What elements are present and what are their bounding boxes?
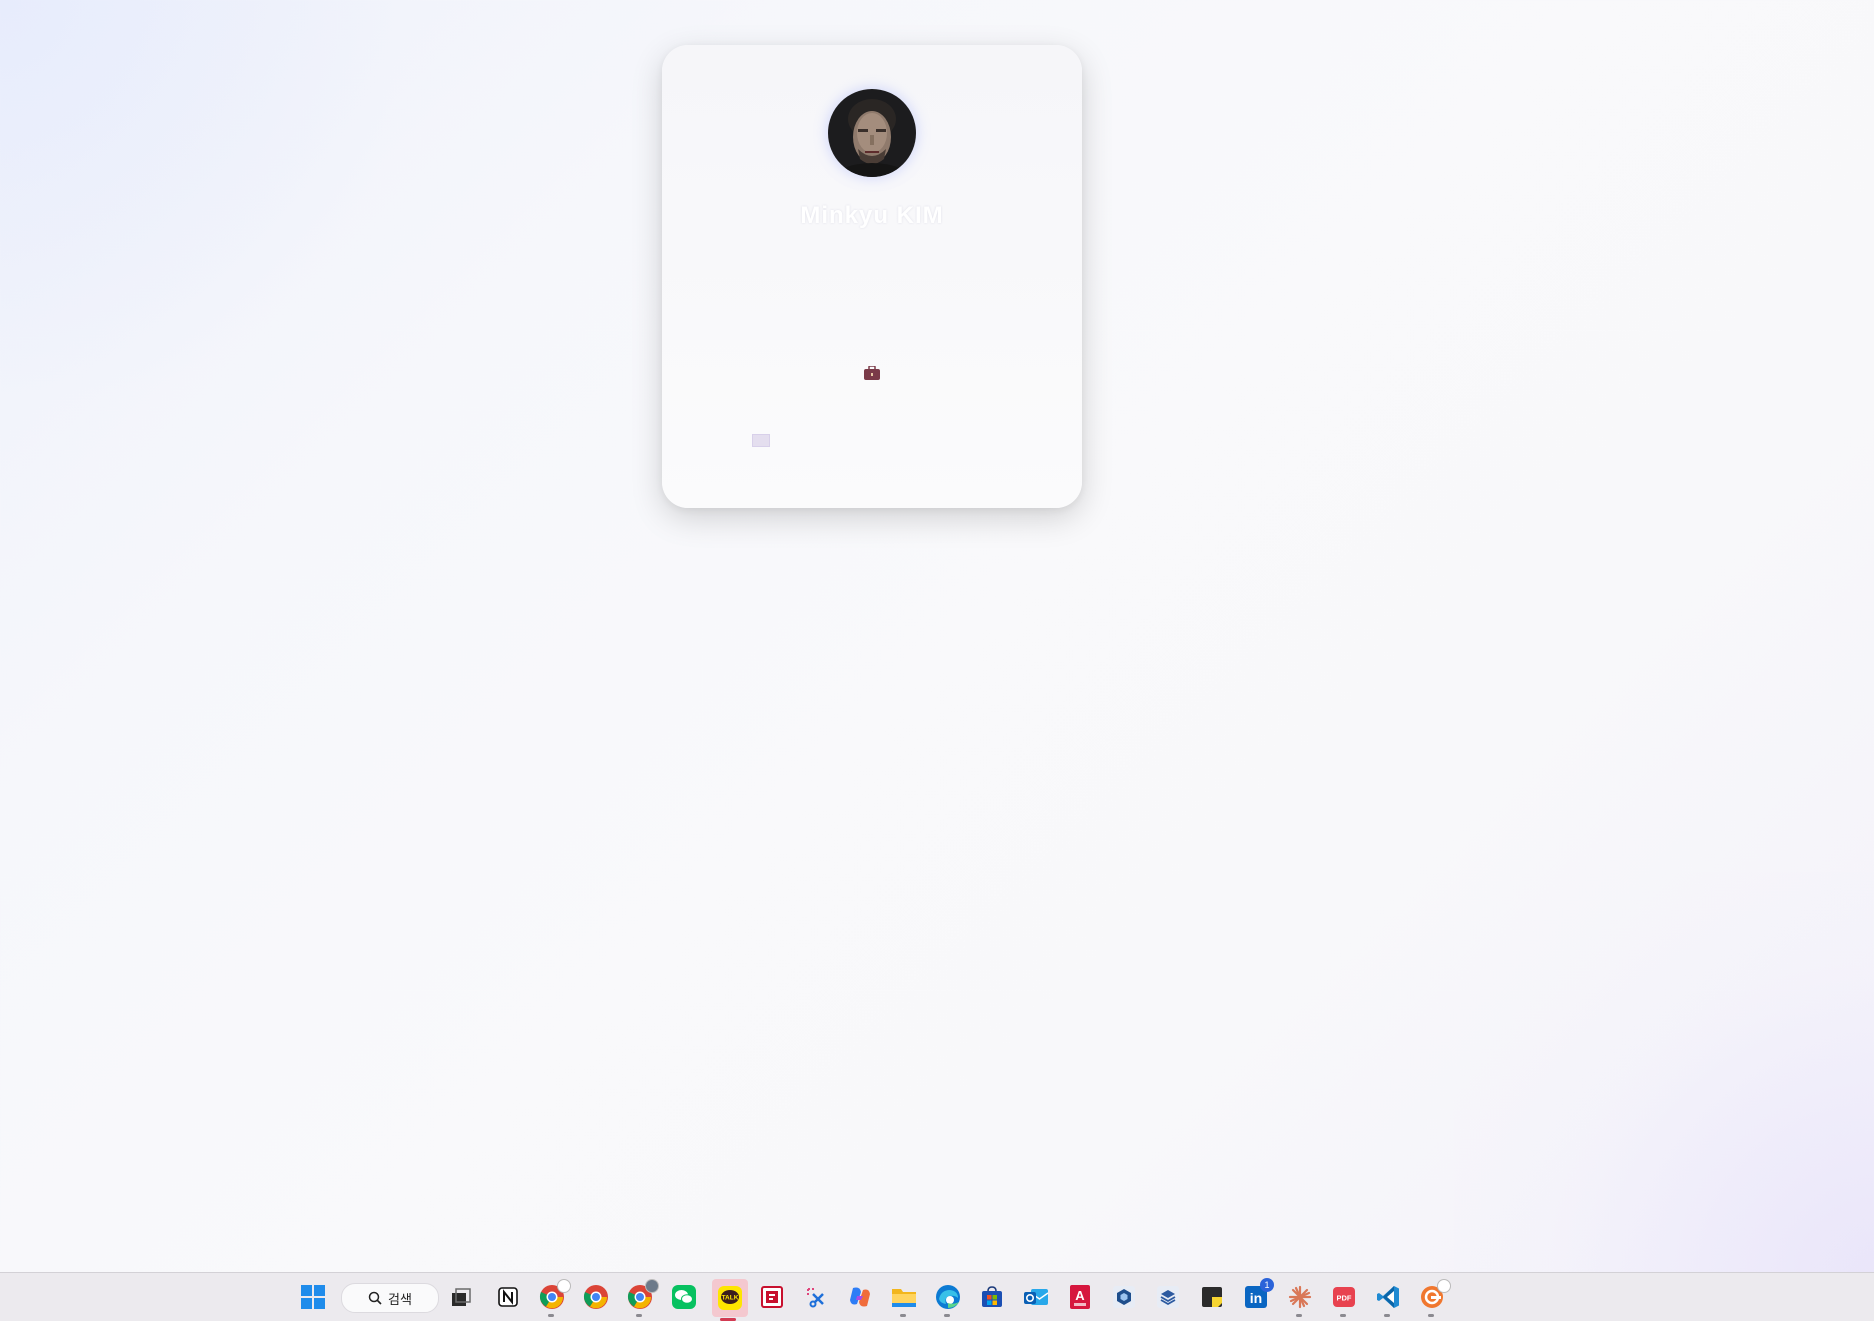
linkedin-label: in — [1250, 1290, 1262, 1306]
profile-badge — [1437, 1279, 1451, 1293]
snipping-tool-icon — [807, 1288, 824, 1308]
chrome-icon — [583, 1285, 608, 1309]
microsoft-store-icon — [982, 1286, 1002, 1307]
taskbar-sticky-notes[interactable] — [1196, 1281, 1228, 1313]
taskbar-app[interactable] — [1416, 1279, 1451, 1317]
wallpaper-glow — [1454, 872, 1874, 1272]
copilot-icon — [850, 1287, 870, 1307]
layers-app-icon — [1157, 1286, 1179, 1308]
briefcase-icon — [864, 366, 880, 380]
windows-start-button[interactable] — [297, 1281, 329, 1313]
taskbar-copilot[interactable] — [844, 1281, 876, 1313]
work-row — [662, 363, 1082, 383]
taskbar-chrome-2[interactable] — [580, 1281, 612, 1313]
taskbar-claude[interactable] — [1284, 1281, 1316, 1317]
running-indicator — [636, 1314, 642, 1317]
taskbar-file-explorer[interactable] — [888, 1281, 920, 1317]
running-indicator — [548, 1314, 554, 1317]
running-indicator — [900, 1314, 906, 1317]
task-view-button[interactable] — [445, 1281, 477, 1313]
taskbar-outlook[interactable] — [1020, 1281, 1052, 1313]
profile-badge — [557, 1279, 571, 1293]
avatar — [828, 89, 916, 177]
taskbar-wechat[interactable] — [668, 1281, 700, 1313]
taskbar-linkedin[interactable]: in 1 — [1240, 1278, 1274, 1313]
taskbar-vscode[interactable] — [1372, 1281, 1404, 1317]
taskbar-snipping-tool[interactable] — [800, 1281, 832, 1313]
mail-icon — [752, 433, 770, 447]
taskbar-sketchup[interactable] — [1108, 1281, 1140, 1313]
running-indicator — [944, 1314, 950, 1317]
profile-name: Minkyu KIM — [800, 202, 944, 229]
taskbar-layers-app[interactable] — [1152, 1281, 1184, 1313]
taskbar-edge[interactable] — [932, 1281, 964, 1317]
profile-badge — [645, 1279, 659, 1293]
claude-icon — [1288, 1285, 1312, 1309]
taskbar-pdf[interactable]: PDF — [1328, 1281, 1360, 1317]
remote-app-icon — [761, 1286, 783, 1308]
vscode-icon — [1377, 1286, 1399, 1308]
taskbar-microsoft-store[interactable] — [976, 1281, 1008, 1313]
running-indicator — [1428, 1314, 1434, 1317]
file-explorer-icon — [892, 1289, 916, 1307]
task-view-icon — [452, 1288, 471, 1306]
search-label: 검색 — [388, 1291, 412, 1307]
running-indicator — [1296, 1314, 1302, 1317]
wechat-icon — [672, 1285, 696, 1309]
sketchup-icon — [1113, 1286, 1135, 1308]
taskbar-autocad[interactable]: A — [1064, 1281, 1096, 1313]
taskbar-chrome-3[interactable] — [624, 1279, 659, 1317]
autocad-icon: A — [1070, 1285, 1090, 1309]
search-icon — [368, 1291, 382, 1305]
taskbar-remote-app[interactable] — [756, 1281, 788, 1313]
sticky-notes-icon — [1202, 1287, 1222, 1307]
pdf-label: PDF — [1337, 1294, 1352, 1303]
outlook-icon — [1024, 1289, 1049, 1305]
autocad-label: A — [1075, 1288, 1085, 1303]
running-indicator — [1384, 1314, 1390, 1317]
taskbar-kakaotalk[interactable]: TALK — [712, 1279, 748, 1321]
windows-start-icon — [301, 1285, 325, 1309]
kakaotalk-icon: TALK — [718, 1286, 742, 1310]
taskbar-notion[interactable] — [492, 1281, 524, 1313]
profile-card: Minkyu KIM — [662, 45, 1082, 508]
pdf-icon: PDF — [1333, 1287, 1355, 1307]
desktop: Minkyu KIM — [0, 0, 1874, 1272]
portrait-photo — [828, 89, 916, 177]
wallpaper-glow — [0, 0, 420, 420]
running-indicator — [1340, 1314, 1346, 1317]
notion-icon — [498, 1287, 518, 1307]
search-box[interactable]: 검색 — [341, 1283, 439, 1313]
taskbar-chrome-1[interactable] — [536, 1279, 571, 1317]
edge-icon — [936, 1285, 960, 1309]
notification-badge: 1 — [1260, 1278, 1274, 1292]
kakaotalk-label: TALK — [722, 1295, 739, 1302]
email-row — [752, 432, 1012, 448]
